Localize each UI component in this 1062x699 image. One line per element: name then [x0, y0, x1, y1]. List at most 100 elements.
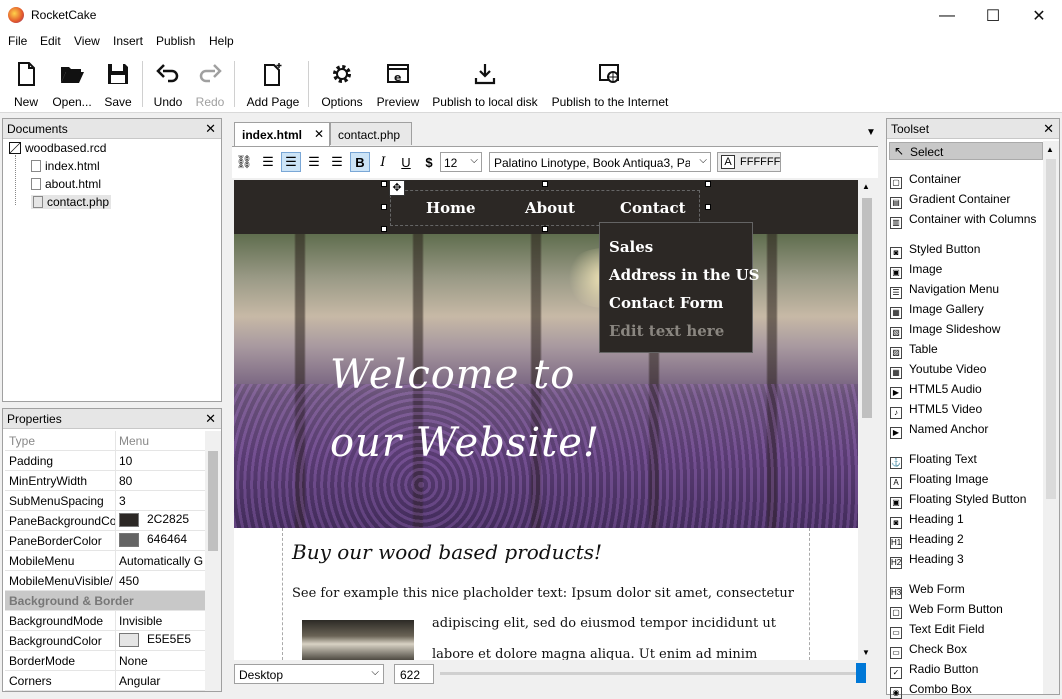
- tool-item[interactable]: ▢ Web Form Button: [890, 602, 1003, 619]
- new-button[interactable]: New: [10, 55, 42, 111]
- resize-handle[interactable]: [542, 226, 548, 232]
- tool-item[interactable]: H2 Heading 3: [890, 552, 964, 569]
- resize-handle[interactable]: [381, 226, 387, 232]
- property-row[interactable]: Padding 10: [5, 451, 205, 471]
- tab-index-html[interactable]: index.html ✕: [234, 122, 330, 146]
- font-size-select[interactable]: 12 ⌵: [440, 152, 482, 172]
- scrollbar-thumb[interactable]: [208, 451, 218, 551]
- scroll-up-icon[interactable]: ▲: [862, 182, 870, 191]
- nav-item-contact[interactable]: Contact: [620, 199, 686, 217]
- add-page-button[interactable]: Add Page: [245, 55, 301, 111]
- property-row[interactable]: BackgroundMode Invisible: [5, 611, 205, 631]
- maximize-button[interactable]: ☐: [970, 0, 1016, 31]
- content-paragraph-line[interactable]: labore et dolore magna aliqua. Ut enim a…: [432, 647, 757, 660]
- color-swatch[interactable]: [119, 532, 139, 547]
- submenu-item-placeholder[interactable]: Edit text here: [609, 322, 724, 340]
- align-center-icon[interactable]: ☰: [281, 152, 301, 172]
- color-swatch[interactable]: [119, 632, 139, 647]
- menu-edit[interactable]: Edit: [40, 34, 61, 48]
- open-button[interactable]: Open...: [52, 55, 92, 111]
- property-row[interactable]: MinEntryWidth 80: [5, 471, 205, 491]
- tool-item[interactable]: ▦ Image Gallery: [890, 302, 984, 319]
- property-row[interactable]: PaneBorderColor 646464: [5, 531, 205, 551]
- property-row[interactable]: PaneBackgroundCo 2C2825: [5, 511, 205, 531]
- resize-handle[interactable]: [381, 204, 387, 210]
- submenu-item-address[interactable]: Address in the US: [609, 266, 760, 284]
- tool-item[interactable]: ⚓ Floating Text: [890, 452, 977, 469]
- tool-item[interactable]: ▣ Floating Styled Button: [890, 492, 1026, 509]
- property-row[interactable]: MobileMenu Automatically G: [5, 551, 205, 571]
- property-value[interactable]: 80: [119, 474, 205, 488]
- resize-handle[interactable]: [542, 181, 548, 187]
- property-value[interactable]: 3: [119, 494, 205, 508]
- close-icon[interactable]: ✕: [1043, 121, 1054, 137]
- tool-item[interactable]: ▤ Gradient Container: [890, 192, 1010, 209]
- menu-help[interactable]: Help: [209, 34, 234, 48]
- property-value[interactable]: Automatically G: [119, 554, 205, 568]
- property-value[interactable]: None: [119, 654, 205, 668]
- scrollbar-thumb[interactable]: [862, 198, 872, 418]
- align-right-icon[interactable]: ☰: [304, 152, 324, 172]
- minimize-button[interactable]: —: [924, 0, 970, 31]
- tool-item[interactable]: ◉ Combo Box: [890, 682, 972, 699]
- close-icon[interactable]: ✕: [205, 411, 216, 427]
- canvas-scrollbar[interactable]: ▲ ▼: [858, 180, 876, 660]
- close-icon[interactable]: ✕: [205, 121, 216, 137]
- menu-file[interactable]: File: [8, 34, 27, 48]
- publish-internet-button[interactable]: Publish to the Internet: [550, 55, 670, 111]
- tool-item[interactable]: ▢ Container: [890, 172, 961, 189]
- tool-item[interactable]: ◙ Styled Button: [890, 242, 980, 259]
- content-paragraph-line[interactable]: adipiscing elit, sed do eiusmod tempor i…: [432, 616, 776, 631]
- tool-item[interactable]: ▧ Image Slideshow: [890, 322, 1000, 339]
- tool-item[interactable]: ☰ Navigation Menu: [890, 282, 999, 299]
- property-value[interactable]: 646464: [119, 532, 205, 547]
- underline-icon[interactable]: U: [396, 152, 416, 172]
- tool-item[interactable]: ▦ Youtube Video: [890, 362, 986, 379]
- close-icon[interactable]: ✕: [314, 127, 324, 141]
- redo-button[interactable]: Redo: [194, 55, 226, 111]
- dollar-icon[interactable]: $: [419, 152, 439, 172]
- tab-list-chevron-icon[interactable]: ▼: [866, 127, 876, 138]
- tool-item[interactable]: ▣ Image: [890, 262, 942, 279]
- property-row[interactable]: MobileMenuVisible/450: [5, 571, 205, 591]
- view-mode-select[interactable]: Desktop ⌵: [234, 664, 384, 684]
- tab-contact-php[interactable]: contact.php: [330, 122, 412, 145]
- resize-handle[interactable]: [381, 181, 387, 187]
- hero-title-line2[interactable]: our Website!: [330, 420, 600, 466]
- tool-select[interactable]: ↖ Select: [889, 142, 1043, 160]
- tool-item[interactable]: ✓ Radio Button: [890, 662, 978, 679]
- move-icon[interactable]: ✥: [389, 180, 405, 196]
- menu-publish[interactable]: Publish: [156, 34, 195, 48]
- tool-item[interactable]: ▶ Named Anchor: [890, 422, 988, 439]
- save-button[interactable]: Save: [103, 55, 133, 111]
- bold-icon[interactable]: B: [350, 152, 370, 172]
- property-value[interactable]: Angular: [119, 674, 205, 688]
- preview-button[interactable]: e Preview: [375, 55, 421, 111]
- content-paragraph-line[interactable]: See for example this nice placholder tex…: [292, 586, 794, 601]
- nav-item-home[interactable]: Home: [426, 199, 476, 217]
- scrollbar-thumb[interactable]: [1046, 159, 1056, 499]
- width-slider-thumb[interactable]: [856, 663, 866, 683]
- align-justify-icon[interactable]: ☰: [327, 152, 347, 172]
- property-row[interactable]: BorderMode None: [5, 651, 205, 671]
- color-swatch[interactable]: [119, 512, 139, 527]
- options-button[interactable]: Options: [319, 55, 365, 111]
- align-left-icon[interactable]: ☰: [258, 152, 278, 172]
- tool-item[interactable]: ◙ Heading 1: [890, 512, 964, 529]
- close-button[interactable]: ✕: [1016, 0, 1062, 31]
- tool-item[interactable]: ▨ Table: [890, 342, 938, 359]
- undo-button[interactable]: Undo: [152, 55, 184, 111]
- property-value[interactable]: 2C2825: [119, 512, 205, 527]
- width-slider-track[interactable]: [440, 672, 860, 675]
- tool-item[interactable]: A Floating Image: [890, 472, 988, 489]
- property-value[interactable]: Invisible: [119, 614, 205, 628]
- property-row[interactable]: SubMenuSpacing 3: [5, 491, 205, 511]
- tool-item[interactable]: ▥ Container with Columns: [890, 212, 1036, 229]
- tool-item[interactable]: ▶ HTML5 Audio: [890, 382, 982, 399]
- submenu-item-sales[interactable]: Sales: [609, 238, 653, 256]
- tree-item-file-selected[interactable]: contact.php: [31, 195, 112, 209]
- italic-icon[interactable]: I: [373, 152, 393, 172]
- tree-item-file[interactable]: index.html: [31, 159, 100, 173]
- tool-item[interactable]: H1 Heading 2: [890, 532, 964, 549]
- scroll-up-icon[interactable]: ▲: [1046, 145, 1054, 154]
